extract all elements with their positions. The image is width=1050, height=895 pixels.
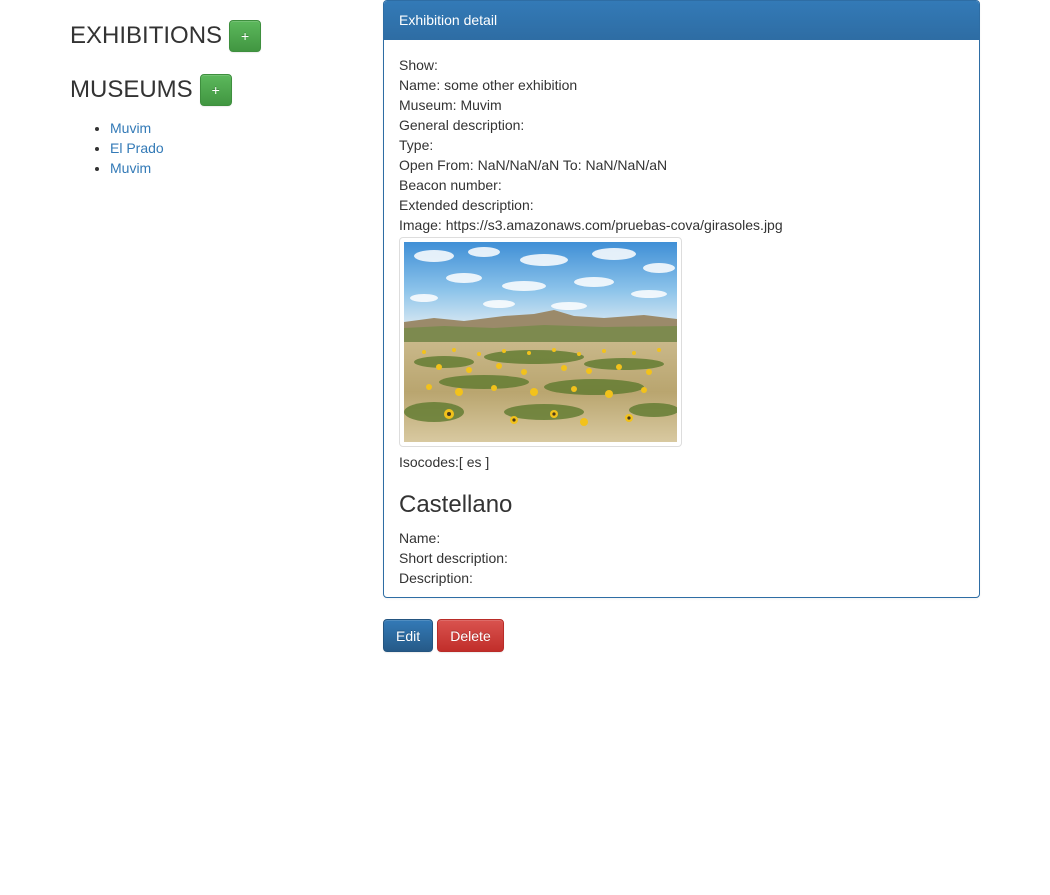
sunflower-field-image bbox=[404, 242, 677, 442]
isocodes-field: Isocodes:[ es ] bbox=[399, 454, 490, 470]
museum-link[interactable]: El Prado bbox=[110, 140, 164, 156]
show-field: Show: bbox=[399, 57, 438, 73]
extended-description-field: Extended description: bbox=[399, 197, 534, 213]
add-museum-button[interactable]: + bbox=[199, 74, 232, 106]
exhibitions-title: EXHIBITIONS bbox=[70, 22, 223, 49]
museum-field: Museum: Muvim bbox=[399, 97, 502, 113]
action-buttons: Edit Delete bbox=[383, 619, 508, 652]
edit-button[interactable]: Edit bbox=[383, 619, 433, 652]
type-field: Type: bbox=[399, 137, 434, 153]
language-title: Castellano bbox=[399, 491, 513, 518]
name-field: Name: some other exhibition bbox=[399, 77, 578, 93]
museum-link[interactable]: Muvim bbox=[110, 120, 151, 136]
museums-header: MUSEUMS + bbox=[70, 74, 232, 106]
beacon-number-field: Beacon number: bbox=[399, 177, 502, 193]
list-item: Muvim bbox=[110, 118, 164, 138]
exhibition-detail-panel: Exhibition detail Show: Name: some other… bbox=[383, 0, 980, 598]
general-description-field: General description: bbox=[399, 117, 525, 133]
language-description-field: Description: bbox=[399, 570, 473, 586]
museum-list: Muvim El Prado Muvim bbox=[70, 118, 164, 178]
language-name-field: Name: bbox=[399, 530, 441, 546]
language-short-description-field: Short description: bbox=[399, 550, 508, 566]
list-item: El Prado bbox=[110, 138, 164, 158]
open-dates-field: Open From: NaN/NaN/aN To: NaN/NaN/aN bbox=[399, 157, 668, 173]
museums-title: MUSEUMS bbox=[70, 76, 193, 103]
exhibitions-header: EXHIBITIONS + bbox=[70, 20, 262, 52]
image-url-field: Image: https://s3.amazonaws.com/pruebas-… bbox=[399, 217, 783, 233]
panel-body: Show: Name: some other exhibition Museum… bbox=[384, 40, 979, 597]
panel-heading: Exhibition detail bbox=[384, 1, 979, 40]
add-exhibition-button[interactable]: + bbox=[229, 20, 262, 52]
exhibition-image-thumbnail bbox=[399, 237, 682, 447]
list-item: Muvim bbox=[110, 158, 164, 178]
museum-link[interactable]: Muvim bbox=[110, 160, 151, 176]
delete-button[interactable]: Delete bbox=[437, 619, 504, 652]
